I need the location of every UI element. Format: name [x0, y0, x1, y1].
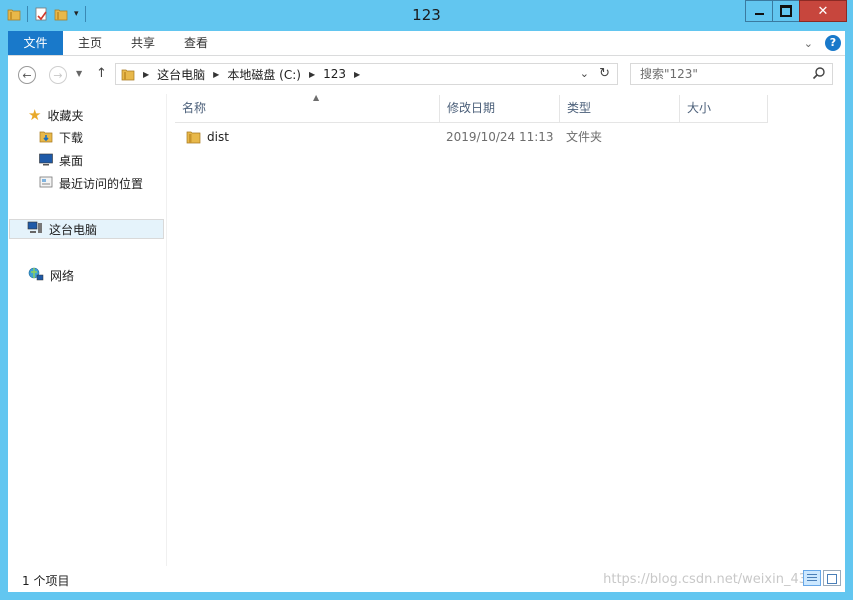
address-dropdown-icon[interactable]: ⌄ [580, 67, 589, 80]
search-input[interactable]: 搜索"123" [630, 63, 833, 85]
column-header-row: ▲ 名称 修改日期 类型 大小 [175, 93, 768, 123]
watermark: https://blog.csdn.net/weixin_43 [603, 572, 807, 587]
desktop-icon [39, 152, 53, 169]
back-button[interactable]: ← [18, 66, 36, 84]
nav-downloads-label: 下载 [59, 131, 84, 145]
forward-arrow-icon: → [53, 68, 63, 82]
close-button[interactable]: ✕ [799, 0, 847, 22]
file-list[interactable]: ▲ 名称 修改日期 类型 大小 dist 2019/10/24 11:13 文件… [167, 93, 845, 566]
minimize-button[interactable] [745, 0, 773, 22]
nav-this-pc[interactable]: 这台电脑 [9, 219, 164, 239]
navigation-bar: ← → ▼ ↑ ▶ 这台电脑 ▶ 本地磁盘 (C:) ▶ 123 ▶ ⌄ ↻ 搜… [8, 56, 845, 94]
nav-desktop[interactable]: 桌面 [39, 152, 83, 169]
back-arrow-icon: ← [22, 68, 32, 82]
file-modified: 2019/10/24 11:13 [446, 130, 554, 144]
star-icon: ★ [28, 106, 42, 124]
window-controls: ✕ [745, 0, 847, 22]
network-icon [28, 267, 44, 284]
window-title: 123 [412, 6, 441, 24]
help-icon[interactable]: ? [825, 35, 841, 51]
recent-places-icon [39, 175, 53, 192]
address-bar[interactable]: ▶ 这台电脑 ▶ 本地磁盘 (C:) ▶ 123 ▶ ⌄ ↻ [115, 63, 618, 85]
tab-file[interactable]: 文件 [8, 31, 63, 55]
column-modified[interactable]: 修改日期 [440, 95, 560, 122]
forward-button[interactable]: → [49, 66, 67, 84]
tab-home[interactable]: 主页 [78, 31, 102, 55]
close-icon: ✕ [817, 3, 829, 19]
item-count: 1 个项目 [22, 574, 70, 588]
file-name: dist [207, 130, 229, 144]
nav-network[interactable]: 网络 [28, 267, 74, 284]
view-switcher [803, 570, 841, 586]
nav-recent-places-label: 最近访问的位置 [59, 177, 144, 191]
recent-locations-icon[interactable]: ▼ [76, 69, 82, 78]
maximize-button[interactable] [772, 0, 800, 22]
ribbon-tabs: 文件 主页 共享 查看 ⌄ ? [8, 31, 845, 56]
maximize-icon [780, 5, 792, 17]
large-icons-view-button[interactable] [823, 570, 841, 586]
nav-favorites-label: 收藏夹 [47, 108, 84, 123]
nav-desktop-label: 桌面 [59, 154, 84, 168]
breadcrumb-local-disk[interactable]: 本地磁盘 (C:) [227, 66, 301, 83]
tab-share[interactable]: 共享 [131, 31, 155, 55]
tab-view[interactable]: 查看 [184, 31, 208, 55]
chevron-right-icon[interactable]: ▶ [213, 70, 219, 79]
folder-icon [121, 67, 135, 81]
chevron-right-icon[interactable]: ▶ [354, 70, 360, 79]
table-row[interactable]: dist 2019/10/24 11:13 文件夹 [175, 126, 768, 148]
search-placeholder: 搜索"123" [640, 67, 698, 81]
downloads-folder-icon [39, 129, 53, 146]
main-area: ★ 收藏夹 下载 桌面 最近访问的位置 这台电脑 网络 ▲ 名称 修改日期 类型… [8, 93, 845, 566]
column-name[interactable]: 名称 [175, 95, 440, 122]
large-icons-view-icon [827, 574, 837, 584]
refresh-icon[interactable]: ↻ [599, 66, 610, 81]
column-size[interactable]: 大小 [680, 95, 768, 122]
details-view-icon [807, 574, 817, 582]
explorer-window: ▾ 123 ✕ 文件 主页 共享 查看 ⌄ ? ← → ▼ ↑ ▶ 这台电脑 ▶… [0, 0, 853, 600]
details-view-button[interactable] [803, 570, 821, 586]
status-bar: 1 个项目 https://blog.csdn.net/weixin_43 [8, 566, 845, 592]
nav-this-pc-label: 这台电脑 [49, 222, 98, 237]
column-type[interactable]: 类型 [560, 95, 680, 122]
up-arrow-icon[interactable]: ↑ [96, 66, 107, 81]
expand-ribbon-icon[interactable]: ⌄ [804, 37, 813, 50]
nav-recent-places[interactable]: 最近访问的位置 [39, 175, 143, 192]
chevron-right-icon[interactable]: ▶ [309, 70, 315, 79]
nav-downloads[interactable]: 下载 [39, 129, 83, 146]
chevron-right-icon[interactable]: ▶ [143, 70, 149, 79]
search-icon[interactable] [812, 66, 826, 86]
navigation-pane[interactable]: ★ 收藏夹 下载 桌面 最近访问的位置 这台电脑 网络 [8, 94, 167, 566]
title-bar[interactable]: ▾ 123 ✕ [0, 0, 853, 31]
file-type: 文件夹 [566, 130, 603, 144]
ribbon-right: ⌄ ? [804, 35, 841, 51]
nav-favorites[interactable]: ★ 收藏夹 [28, 106, 83, 124]
nav-network-label: 网络 [50, 269, 75, 283]
breadcrumb-this-pc[interactable]: 这台电脑 [157, 66, 205, 83]
minimize-icon [754, 13, 764, 15]
breadcrumb-123[interactable]: 123 [323, 67, 346, 81]
computer-icon [27, 221, 43, 238]
folder-icon [186, 130, 201, 147]
